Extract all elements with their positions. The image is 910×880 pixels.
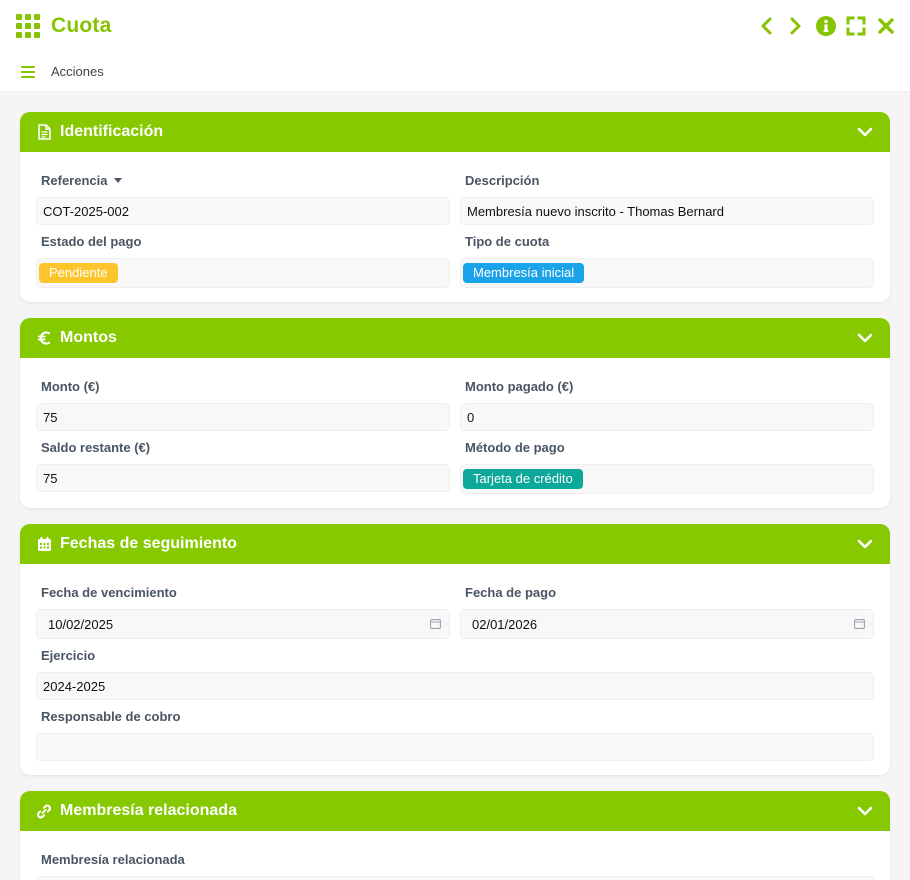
section-header-identificacion[interactable]: Identificación [20,112,890,152]
section-title: Montos [60,329,117,346]
estado-pago-select[interactable]: Pendiente [36,258,450,288]
section-montos: Montos Monto (€) 75 Monto pagado (€) 0 S… [20,318,890,508]
fecha-pago-value: 02/01/2026 [472,616,538,632]
field-estado-pago: Estado del pago Pendiente [36,225,450,288]
title-bar: Cuota [0,0,910,52]
saldo-restante-input[interactable]: 75 [36,464,450,492]
tipo-cuota-select[interactable]: Membresía inicial [460,258,874,288]
field-responsable-cobro: Responsable de cobro [36,700,874,761]
metodo-pago-badge[interactable]: Tarjeta de crédito [463,469,583,489]
estado-pago-label: Estado del pago [41,234,142,249]
fecha-vencimiento-label: Fecha de vencimiento [41,585,177,600]
section-body-membresia: Membresía relacionada [20,831,890,880]
field-membresia-relacionada: Membresía relacionada [36,843,874,880]
tipo-cuota-label: Tipo de cuota [465,234,550,249]
section-title: Fechas de seguimiento [60,535,237,552]
monto-label: Monto (€) [41,379,100,394]
chevron-right-icon[interactable] [786,16,806,36]
descripcion-input[interactable]: Membresía nuevo inscrito - Thomas Bernar… [460,197,874,225]
window-title: Cuota [51,14,112,37]
chevron-down-icon[interactable] [856,329,874,347]
chevron-left-icon[interactable] [756,16,776,36]
section-header-fechas[interactable]: Fechas de seguimiento [20,524,890,564]
calendar-icon[interactable] [430,617,441,632]
calendar-icon[interactable] [854,617,865,632]
app-grid-icon[interactable] [16,14,40,38]
membresia-relacionada-label: Membresía relacionada [41,852,185,867]
chevron-down-icon[interactable] [856,802,874,820]
ejercicio-label: Ejercicio [41,648,96,663]
field-ejercicio: Ejercicio 2024-2025 [36,639,874,700]
fecha-vencimiento-value: 10/02/2025 [48,616,114,632]
euro-icon [36,330,52,346]
cuota-window: Cuota Acciones Identificación Referencia… [0,0,910,880]
chevron-down-icon[interactable] [856,535,874,553]
section-title: Identificación [60,123,164,140]
responsable-cobro-label: Responsable de cobro [41,709,181,724]
form-content: Identificación Referencia COT-2025-002 D… [0,92,910,880]
section-title: Membresía relacionada [60,802,237,819]
section-identificacion: Identificación Referencia COT-2025-002 D… [20,112,890,302]
document-icon [36,124,52,140]
metodo-pago-label: Método de pago [465,440,565,455]
ejercicio-input[interactable]: 2024-2025 [36,672,874,700]
section-fechas: Fechas de seguimiento Fecha de vencimien… [20,524,890,775]
field-fecha-pago: Fecha de pago 02/01/2026 [460,576,874,639]
chevron-down-icon[interactable] [856,123,874,141]
link-icon [36,803,52,819]
menu-icon[interactable] [21,65,35,78]
field-saldo-restante: Saldo restante (€) 75 [36,431,450,494]
section-body-fechas: Fecha de vencimiento 10/02/2025 Fecha de… [20,564,890,775]
membresia-relacionada-input[interactable] [36,876,874,880]
saldo-restante-label: Saldo restante (€) [41,440,151,455]
actions-toolbar[interactable]: Acciones [0,52,910,92]
expand-icon[interactable] [846,16,866,36]
metodo-pago-select[interactable]: Tarjeta de crédito [460,464,874,494]
field-referencia: Referencia COT-2025-002 [36,164,450,225]
monto-pagado-label: Monto pagado (€) [465,379,574,394]
referencia-label[interactable]: Referencia [36,164,450,197]
caret-down-icon[interactable] [114,178,123,183]
tipo-cuota-badge[interactable]: Membresía inicial [463,263,585,283]
section-header-montos[interactable]: Montos [20,318,890,358]
actions-label[interactable]: Acciones [51,64,104,79]
field-monto-pagado: Monto pagado (€) 0 [460,370,874,431]
section-header-membresia[interactable]: Membresía relacionada [20,791,890,831]
section-membresia: Membresía relacionada Membresía relacion… [20,791,890,880]
estado-pago-badge[interactable]: Pendiente [39,263,118,283]
calendar-icon [36,536,52,552]
field-monto: Monto (€) 75 [36,370,450,431]
field-descripcion: Descripción Membresía nuevo inscrito - T… [460,164,874,225]
close-icon[interactable] [876,16,896,36]
fecha-pago-input[interactable]: 02/01/2026 [460,609,874,639]
monto-input[interactable]: 75 [36,403,450,431]
section-body-identificacion: Referencia COT-2025-002 Descripción Memb… [20,152,890,302]
descripcion-label: Descripción [465,173,540,188]
field-tipo-cuota: Tipo de cuota Membresía inicial [460,225,874,288]
field-fecha-vencimiento: Fecha de vencimiento 10/02/2025 [36,576,450,639]
fecha-pago-label: Fecha de pago [465,585,557,600]
section-body-montos: Monto (€) 75 Monto pagado (€) 0 Saldo re… [20,358,890,508]
monto-pagado-input[interactable]: 0 [460,403,874,431]
info-icon[interactable] [816,16,836,36]
field-metodo-pago: Método de pago Tarjeta de crédito [460,431,874,494]
fecha-vencimiento-input[interactable]: 10/02/2025 [36,609,450,639]
responsable-cobro-input[interactable] [36,733,874,761]
window-actions [756,16,896,36]
referencia-input[interactable]: COT-2025-002 [36,197,450,225]
